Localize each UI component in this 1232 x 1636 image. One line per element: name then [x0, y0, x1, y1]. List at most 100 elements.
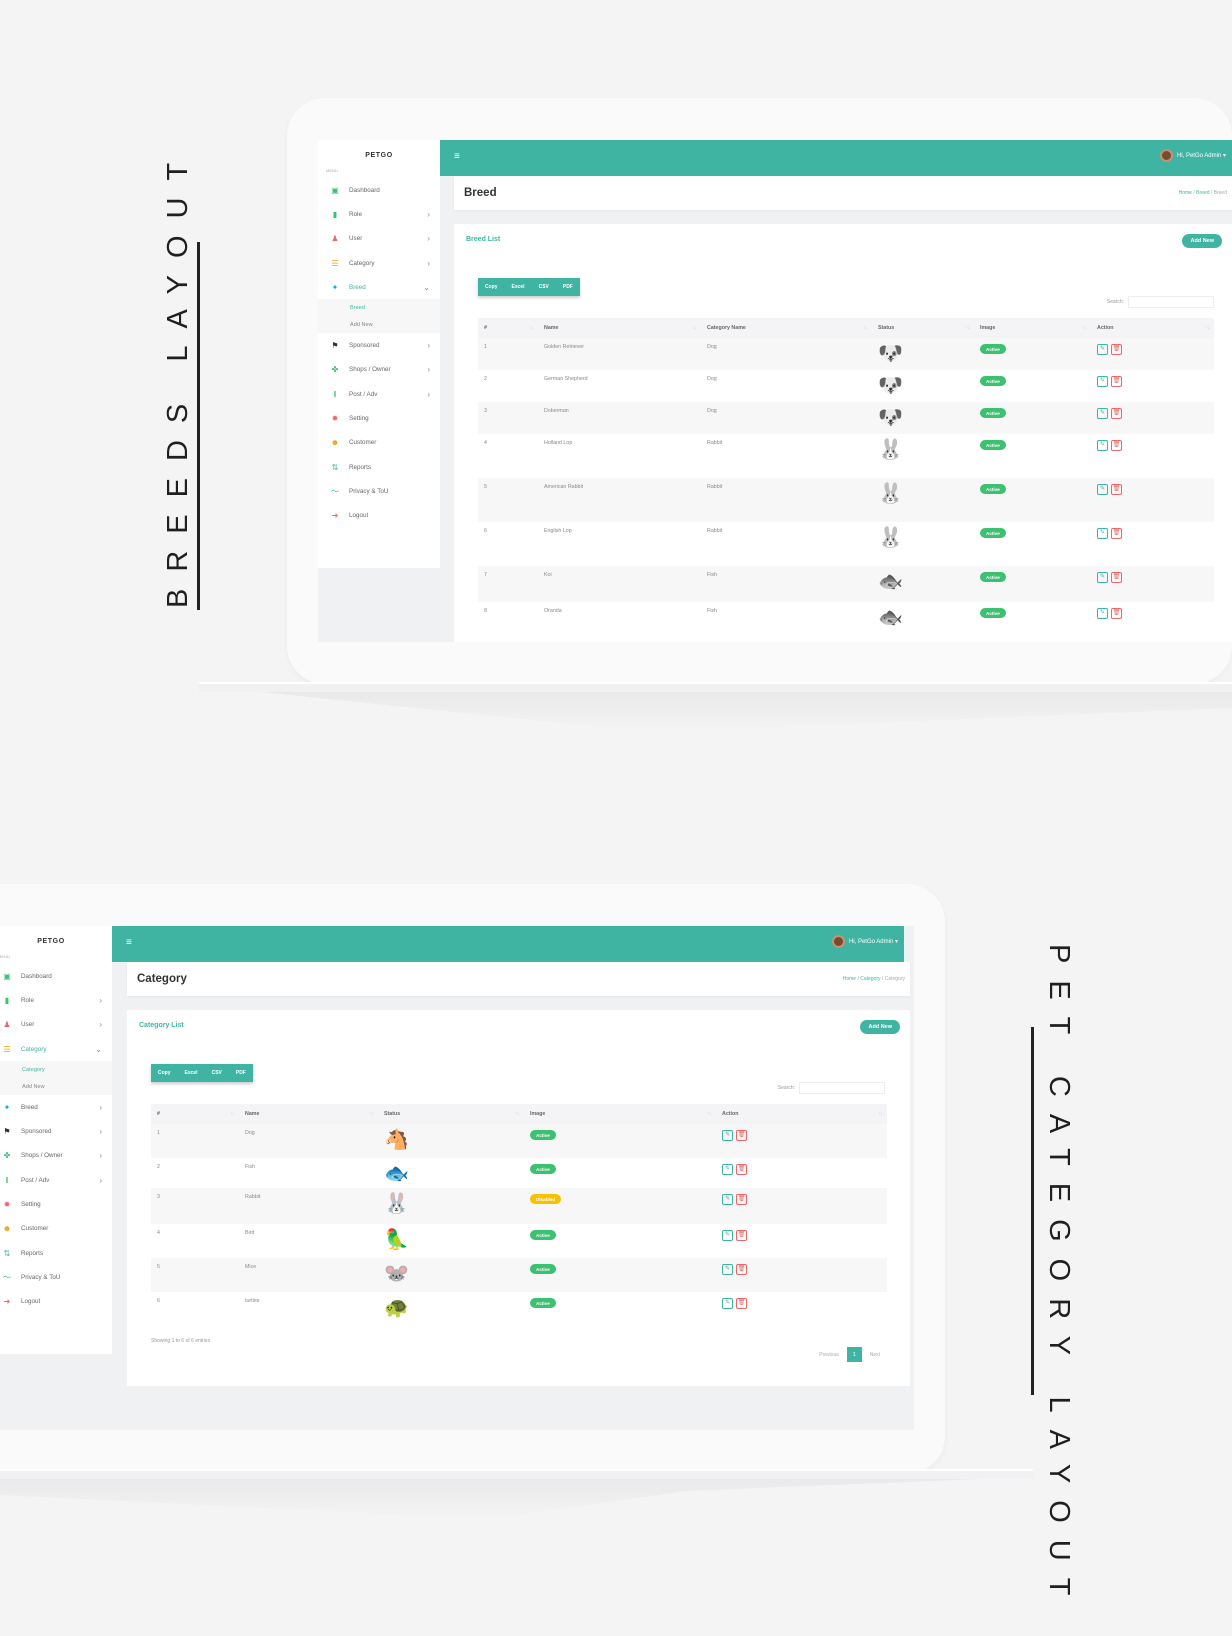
sidebar-item-shops-owner[interactable]: ✤ Shops / Owner › — [0, 1144, 112, 1168]
edit-icon[interactable]: ✎ — [722, 1298, 733, 1309]
sidebar-item-setting[interactable]: ✹ Setting — [318, 406, 440, 430]
laptop-breed-shadow — [260, 692, 1232, 732]
col-action[interactable]: Action ↑↓ — [1091, 318, 1214, 338]
col-status[interactable]: Status ↑↓ — [378, 1104, 524, 1124]
sidebar-item-sponsored[interactable]: ⚑ Sponsored › — [318, 333, 440, 357]
breadcrumb-home[interactable]: Home — [1179, 190, 1192, 196]
breadcrumb-section[interactable]: Category — [860, 976, 880, 982]
row-category: Rabbit — [707, 440, 723, 446]
edit-icon[interactable]: ✎ — [1097, 608, 1108, 619]
admin-menu[interactable]: Hi, PetGo Admin ▾ — [1159, 149, 1226, 162]
pdf-button[interactable]: PDF — [556, 278, 580, 296]
page-1-button[interactable]: 1 — [846, 1347, 862, 1362]
sidebar-item-post-adv[interactable]: ǁ Post / Adv › — [318, 382, 440, 406]
sidebar-item-customer[interactable]: ☻ Customer — [318, 431, 440, 455]
search-label: Search: — [1106, 299, 1124, 305]
excel-button[interactable]: Excel — [505, 278, 532, 296]
hamburger-icon[interactable]: ≡ — [454, 151, 460, 162]
search-input[interactable] — [1128, 296, 1214, 308]
add-new-button[interactable]: Add New — [1182, 234, 1222, 248]
col-image[interactable]: Image ↑↓ — [974, 318, 1091, 338]
col-status[interactable]: Status ↑↓ — [872, 318, 974, 338]
col-id[interactable]: # ↑↓ — [151, 1104, 239, 1124]
delete-icon[interactable]: 🗑 — [736, 1164, 747, 1175]
csv-button[interactable]: CSV — [205, 1064, 229, 1082]
col-action[interactable]: Action ↑↓ — [716, 1104, 887, 1124]
sidebar-item-logout[interactable]: ➜ Logout — [0, 1290, 112, 1314]
sidebar-item-role[interactable]: ▮ Role › — [318, 202, 440, 226]
edit-icon[interactable]: ✎ — [1097, 572, 1108, 583]
submenu-item[interactable]: Add New — [318, 316, 440, 333]
sidebar-item-breed[interactable]: ✦ Breed ⌄ — [318, 275, 440, 299]
edit-icon[interactable]: ✎ — [1097, 408, 1108, 419]
sidebar-item-user[interactable]: ♟ User › — [0, 1013, 112, 1037]
add-new-button[interactable]: Add New — [860, 1020, 900, 1034]
delete-icon[interactable]: 🗑 — [1111, 440, 1122, 451]
edit-icon[interactable]: ✎ — [1097, 440, 1108, 451]
delete-icon[interactable]: 🗑 — [1111, 408, 1122, 419]
sidebar-item-logout[interactable]: ➜ Logout — [318, 504, 440, 528]
edit-icon[interactable]: ✎ — [722, 1230, 733, 1241]
sidebar-item-dashboard[interactable]: ▣ Dashboard — [0, 964, 112, 988]
submenu-item[interactable]: Category — [0, 1061, 112, 1078]
sidebar-item-reports[interactable]: ⇅ Reports — [318, 455, 440, 479]
excel-button[interactable]: Excel — [178, 1064, 205, 1082]
edit-icon[interactable]: ✎ — [722, 1264, 733, 1275]
delete-icon[interactable]: 🗑 — [736, 1194, 747, 1205]
delete-icon[interactable]: 🗑 — [1111, 528, 1122, 539]
sidebar-item-role[interactable]: ▮ Role › — [0, 988, 112, 1012]
sidebar-item-dashboard[interactable]: ▣ Dashboard — [318, 178, 440, 202]
edit-icon[interactable]: ✎ — [722, 1130, 733, 1141]
row-image: 🐴 — [378, 1124, 524, 1158]
row-id: 4 — [157, 1230, 160, 1236]
hamburger-icon[interactable]: ≡ — [126, 937, 132, 948]
sidebar-item-shops-owner[interactable]: ✤ Shops / Owner › — [318, 358, 440, 382]
col-name[interactable]: Name ↑↓ — [239, 1104, 378, 1124]
edit-icon[interactable]: ✎ — [1097, 376, 1108, 387]
col-name[interactable]: Name ↑↓ — [538, 318, 701, 338]
edit-icon[interactable]: ✎ — [1097, 344, 1108, 355]
sidebar-item-privacy-tou[interactable]: 〜 Privacy & ToU — [318, 479, 440, 503]
sidebar-item-label: Setting — [21, 1201, 41, 1209]
edit-icon[interactable]: ✎ — [1097, 528, 1108, 539]
edit-icon[interactable]: ✎ — [722, 1164, 733, 1175]
delete-icon[interactable]: 🗑 — [736, 1130, 747, 1141]
delete-icon[interactable]: 🗑 — [1111, 608, 1122, 619]
sidebar-item-user[interactable]: ♟ User › — [318, 227, 440, 251]
sidebar-item-post-adv[interactable]: ǁ Post / Adv › — [0, 1168, 112, 1192]
copy-button[interactable]: Copy — [478, 278, 505, 296]
delete-icon[interactable]: 🗑 — [736, 1230, 747, 1241]
edit-icon[interactable]: ✎ — [1097, 484, 1108, 495]
submenu-item[interactable]: Breed — [318, 299, 440, 316]
delete-icon[interactable]: 🗑 — [736, 1298, 747, 1309]
col-image[interactable]: Image ↑↓ — [524, 1104, 716, 1124]
sidebar-item-category[interactable]: ☰ Category › — [318, 251, 440, 275]
sidebar-item-customer[interactable]: ☻ Customer — [0, 1217, 112, 1241]
breadcrumb-section[interactable]: Breed — [1196, 190, 1209, 196]
breadcrumb-home[interactable]: Home — [843, 976, 856, 982]
admin-menu[interactable]: Hi, PetGo Admin ▾ — [831, 935, 898, 948]
pdf-button[interactable]: PDF — [229, 1064, 253, 1082]
sidebar-item-reports[interactable]: ⇅ Reports — [0, 1241, 112, 1265]
csv-button[interactable]: CSV — [532, 278, 556, 296]
delete-icon[interactable]: 🗑 — [1111, 484, 1122, 495]
row-id: 6 — [484, 528, 487, 534]
delete-icon[interactable]: 🗑 — [1111, 572, 1122, 583]
sidebar-item-privacy-tou[interactable]: 〜 Privacy & ToU — [0, 1265, 112, 1289]
previous-button[interactable]: Previous — [819, 1352, 838, 1358]
sidebar-item-setting[interactable]: ✹ Setting — [0, 1192, 112, 1216]
col-id[interactable]: # ↑↓ — [478, 318, 538, 338]
edit-icon[interactable]: ✎ — [722, 1194, 733, 1205]
sidebar-item-sponsored[interactable]: ⚑ Sponsored › — [0, 1119, 112, 1143]
sidebar-item-category[interactable]: ☰ Category ⌄ — [0, 1037, 112, 1061]
sidebar-item-breed[interactable]: ✦ Breed › — [0, 1095, 112, 1119]
search-input[interactable] — [799, 1082, 885, 1094]
delete-icon[interactable]: 🗑 — [1111, 344, 1122, 355]
delete-icon[interactable]: 🗑 — [1111, 376, 1122, 387]
col-category-name[interactable]: Category Name ↑↓ — [701, 318, 872, 338]
submenu-item[interactable]: Add New — [0, 1078, 112, 1095]
row-category: Dog — [701, 402, 872, 434]
next-button[interactable]: Next — [870, 1352, 880, 1358]
delete-icon[interactable]: 🗑 — [736, 1264, 747, 1275]
copy-button[interactable]: Copy — [151, 1064, 178, 1082]
